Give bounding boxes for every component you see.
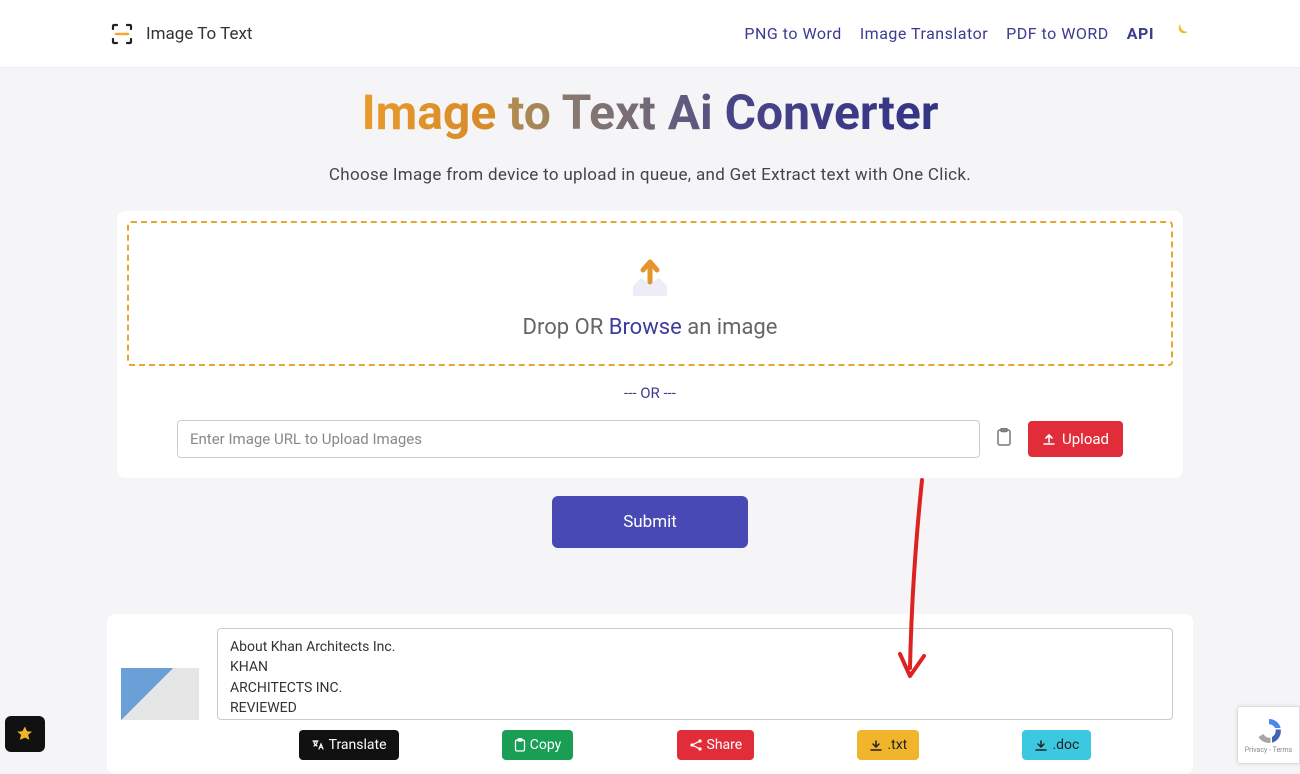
- or-separator: --- OR ---: [127, 384, 1173, 402]
- open-tray-icon: [129, 251, 1171, 307]
- result-thumbnail[interactable]: [121, 668, 199, 720]
- upload-icon: [1042, 432, 1056, 446]
- share-icon: [689, 738, 703, 752]
- clipboard-icon: [996, 428, 1012, 446]
- nav-pdf-to-word[interactable]: PDF to WORD: [1006, 24, 1109, 43]
- dropzone-text: Drop OR Browse an image: [129, 315, 1171, 340]
- logo-text: Image To Text: [146, 24, 252, 44]
- nav-api[interactable]: API: [1127, 24, 1154, 43]
- recaptcha-icon: [1254, 716, 1284, 746]
- recaptcha-badge[interactable]: Privacy - Terms: [1237, 706, 1300, 764]
- translate-button[interactable]: Translate: [299, 730, 399, 760]
- result-card: About Khan Architects Inc. KHAN ARCHITEC…: [107, 614, 1193, 774]
- hero: Image to Text Ai Converter Choose Image …: [0, 68, 1300, 185]
- clipboard-icon: [514, 738, 526, 752]
- download-txt-button[interactable]: .txt: [857, 730, 919, 760]
- browse-link[interactable]: Browse: [609, 315, 682, 340]
- download-doc-button[interactable]: .doc: [1022, 730, 1091, 760]
- upload-button[interactable]: Upload: [1028, 421, 1123, 457]
- dropzone[interactable]: Drop OR Browse an image: [127, 221, 1173, 366]
- download-icon: [869, 738, 883, 752]
- header: Image To Text PNG to Word Image Translat…: [0, 0, 1300, 68]
- logo-icon: [110, 22, 134, 46]
- page-title: Image to Text Ai Converter: [0, 84, 1300, 141]
- url-input[interactable]: [177, 420, 980, 458]
- submit-button[interactable]: Submit: [552, 496, 748, 548]
- paste-button[interactable]: [996, 428, 1012, 450]
- download-icon: [1034, 738, 1048, 752]
- upload-card: Drop OR Browse an image --- OR --- Uploa…: [117, 211, 1183, 478]
- moon-icon[interactable]: [1172, 22, 1190, 45]
- url-row: Upload: [127, 420, 1173, 468]
- star-icon: [16, 725, 34, 743]
- favorites-badge[interactable]: [5, 716, 45, 752]
- logo[interactable]: Image To Text: [110, 22, 252, 46]
- nav: PNG to Word Image Translator PDF to WORD…: [744, 22, 1190, 45]
- nav-image-translator[interactable]: Image Translator: [860, 24, 988, 43]
- translate-icon: [311, 738, 325, 752]
- copy-button[interactable]: Copy: [502, 730, 574, 760]
- result-textarea[interactable]: About Khan Architects Inc. KHAN ARCHITEC…: [217, 628, 1173, 720]
- result-actions: Translate Copy Share .txt .doc: [217, 730, 1173, 760]
- nav-png-to-word[interactable]: PNG to Word: [744, 24, 841, 43]
- share-button[interactable]: Share: [677, 730, 755, 760]
- page-subtitle: Choose Image from device to upload in qu…: [0, 165, 1300, 185]
